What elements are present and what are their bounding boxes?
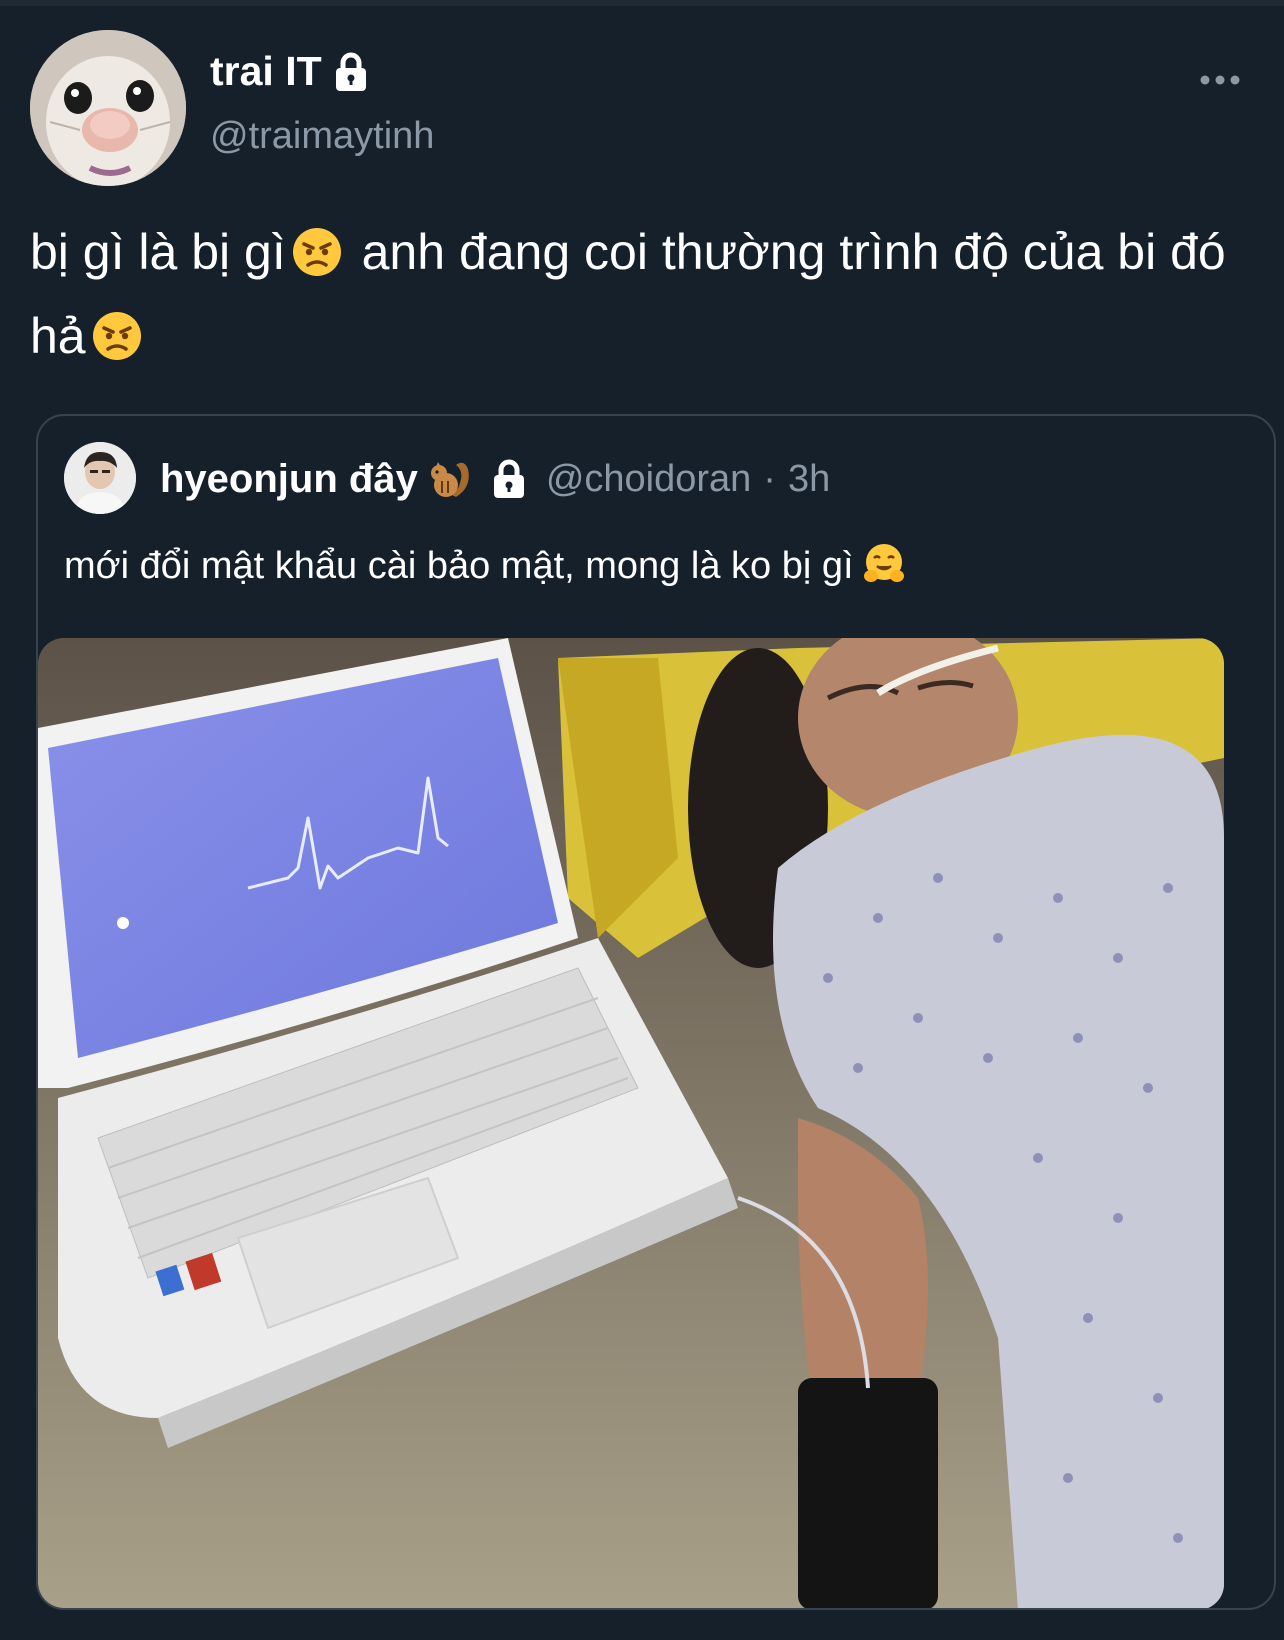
tweet-text: bị gì là bị gì anh đang coi thường trình…	[30, 210, 1270, 378]
lock-icon	[488, 458, 530, 500]
quoted-display-name[interactable]: hyeonjun đây	[160, 457, 418, 502]
rat-avatar-icon	[30, 30, 186, 186]
quoted-timestamp[interactable]: 3h	[788, 458, 830, 501]
more-horizontal-icon	[1200, 75, 1240, 85]
author-display-name: trai IT	[210, 48, 322, 94]
angry-face-icon	[92, 302, 142, 360]
quoted-text-body: mới đổi mật khẩu cài bảo mật, mong là ko…	[64, 545, 854, 587]
lock-icon	[330, 51, 372, 93]
separator-dot: ·	[763, 457, 776, 500]
author-name[interactable]: trai IT	[210, 48, 372, 95]
tweet-text-part-1: bị gì là bị gì	[30, 224, 286, 280]
quoted-header: hyeonjun đây @choidoran · 3h	[160, 454, 830, 504]
quoted-media-photo[interactable]	[38, 638, 1224, 1608]
chipmunk-icon	[428, 457, 474, 501]
more-options-button[interactable]	[1196, 60, 1244, 100]
quoted-text: mới đổi mật khẩu cài bảo mật, mong là ko…	[64, 541, 1244, 591]
angry-face-icon	[292, 218, 342, 276]
quoted-author-avatar[interactable]	[64, 442, 136, 514]
quoted-handle[interactable]: @choidoran	[546, 458, 751, 501]
top-divider	[0, 0, 1284, 6]
quoted-tweet-card[interactable]: hyeonjun đây @choidoran · 3h mới đổi mật…	[36, 414, 1276, 1610]
tweet: trai IT @traimaytinh bị gì là bị gì anh …	[0, 0, 1284, 1640]
author-avatar[interactable]	[30, 30, 186, 186]
hugging-face-icon	[862, 542, 906, 586]
author-handle[interactable]: @traimaytinh	[210, 115, 434, 158]
photo-image	[38, 638, 1224, 1608]
person-avatar-icon	[64, 442, 136, 514]
